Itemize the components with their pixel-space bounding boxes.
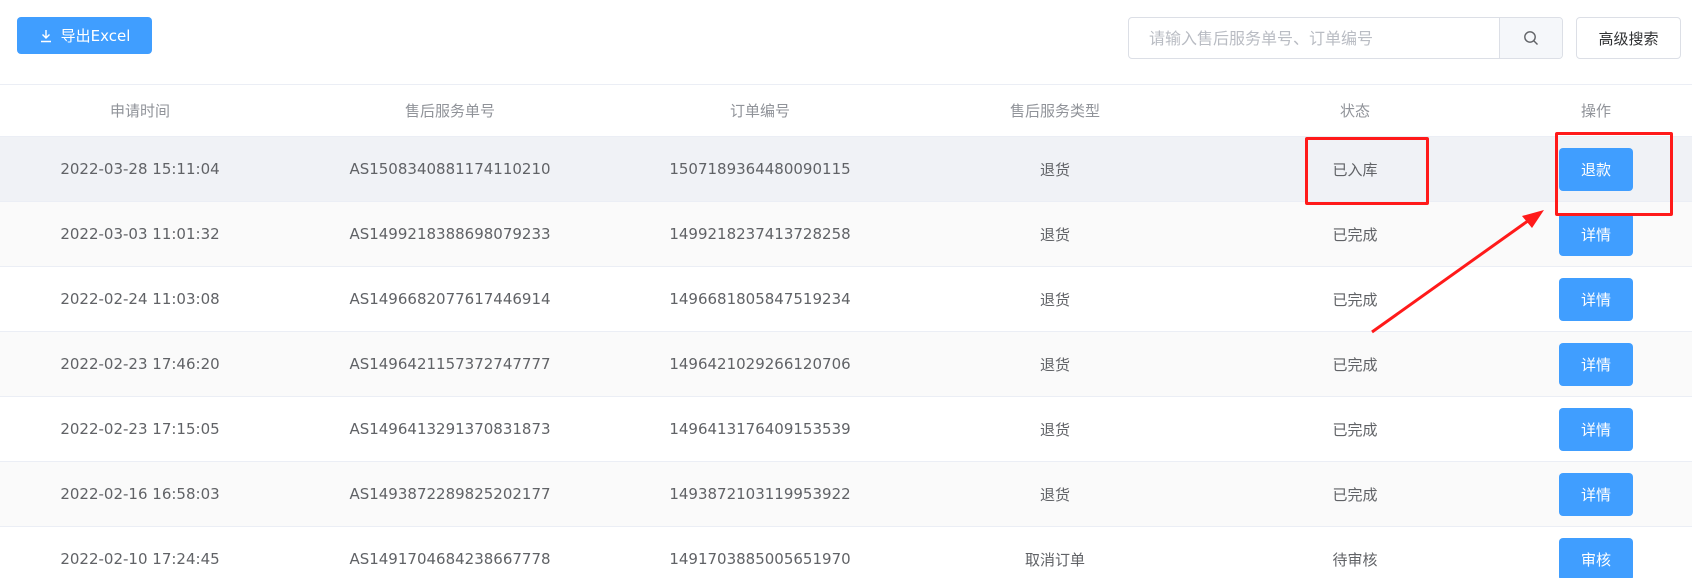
search-icon [1524, 31, 1538, 45]
cell-actions: 详情 [1500, 202, 1692, 266]
table-row: 2022-03-03 11:01:32 AS149921838869807923… [0, 202, 1692, 267]
cell-apply-time: 2022-03-03 11:01:32 [60, 225, 220, 243]
table-row: 2022-02-23 17:15:05 AS149641329137083187… [0, 397, 1692, 462]
cell-actions: 详情 [1500, 397, 1692, 461]
cell-apply-time: 2022-02-23 17:15:05 [60, 420, 220, 438]
cell-actions: 退款 [1500, 137, 1692, 201]
details-button[interactable]: 详情 [1559, 212, 1633, 256]
cell-service-no: AS1496682077617446914 [349, 290, 551, 308]
header-actions: 操作 [1580, 102, 1611, 120]
review-button[interactable]: 审核 [1559, 537, 1633, 578]
export-excel-label: 导出Excel [60, 27, 131, 45]
cell-order-no: 1496681805847519234 [669, 290, 851, 308]
details-button[interactable]: 详情 [1559, 472, 1633, 516]
cell-service-no: AS1496413291370831873 [349, 420, 551, 438]
header-service-type: 售后服务类型 [1009, 102, 1100, 120]
header-order-no: 订单编号 [729, 102, 790, 120]
cell-service-no: AS1499218388698079233 [349, 225, 551, 243]
header-status: 状态 [1339, 102, 1370, 120]
cell-apply-time: 2022-03-28 15:11:04 [60, 160, 220, 178]
export-excel-button[interactable]: 导出Excel [17, 17, 152, 54]
cell-service-type: 退货 [1039, 485, 1070, 504]
cell-service-type: 退货 [1039, 225, 1070, 244]
cell-service-no: AS1508340881174110210 [349, 160, 551, 178]
cell-service-type: 取消订单 [1024, 550, 1085, 569]
cell-status: 待审核 [1332, 550, 1378, 569]
cell-status: 已完成 [1332, 225, 1378, 244]
table-row: 2022-02-24 11:03:08 AS149668207761744691… [0, 267, 1692, 332]
table-row: 2022-02-16 16:58:03 AS149387228982520217… [0, 462, 1692, 527]
cell-order-no: 1496421029266120706 [669, 355, 851, 373]
details-button[interactable]: 详情 [1559, 342, 1633, 386]
cell-status: 已完成 [1332, 420, 1378, 439]
cell-status: 已完成 [1332, 355, 1378, 374]
search-input[interactable] [1129, 18, 1499, 58]
cell-status: 已完成 [1332, 485, 1378, 504]
cell-apply-time: 2022-02-16 16:58:03 [60, 485, 220, 503]
header-service-no: 售后服务单号 [404, 102, 495, 120]
search-button[interactable] [1499, 18, 1562, 58]
toolbar: 导出Excel 高级搜索 [0, 0, 1692, 84]
cell-order-no: 1493872103119953922 [669, 485, 851, 503]
cell-service-no: AS1496421157372747777 [349, 355, 551, 373]
cell-service-type: 退货 [1039, 420, 1070, 439]
cell-service-no: AS1493872289825202177 [349, 485, 551, 503]
cell-apply-time: 2022-02-10 17:24:45 [60, 550, 220, 568]
header-apply-time: 申请时间 [109, 102, 170, 120]
cell-order-no: 1496413176409153539 [669, 420, 851, 438]
table-row: 2022-03-28 15:11:04 AS150834088117411021… [0, 137, 1692, 202]
cell-actions: 审核 [1500, 527, 1692, 578]
search-box [1128, 17, 1563, 59]
table-row: 2022-02-23 17:46:20 AS149642115737274777… [0, 332, 1692, 397]
advanced-search-button[interactable]: 高级搜索 [1576, 17, 1681, 59]
after-sales-table: 申请时间 售后服务单号 订单编号 售后服务类型 状态 操作 2022-03-28… [0, 84, 1692, 578]
cell-apply-time: 2022-02-24 11:03:08 [60, 290, 220, 308]
refund-button[interactable]: 退款 [1559, 147, 1633, 191]
cell-service-type: 退货 [1039, 290, 1070, 309]
cell-apply-time: 2022-02-23 17:46:20 [60, 355, 220, 373]
cell-service-type: 退货 [1039, 355, 1070, 374]
cell-order-no: 1507189364480090115 [669, 160, 851, 178]
cell-actions: 详情 [1500, 462, 1692, 526]
cell-order-no: 1499218237413728258 [669, 225, 851, 243]
cell-actions: 详情 [1500, 267, 1692, 331]
cell-service-no: AS1491704684238667778 [349, 550, 551, 568]
cell-status: 已完成 [1332, 290, 1378, 309]
cell-status: 已入库 [1332, 160, 1378, 179]
details-button[interactable]: 详情 [1559, 277, 1633, 321]
download-icon [40, 29, 51, 42]
cell-actions: 详情 [1500, 332, 1692, 396]
details-button[interactable]: 详情 [1559, 407, 1633, 451]
table-header: 申请时间 售后服务单号 订单编号 售后服务类型 状态 操作 [0, 85, 1692, 137]
cell-service-type: 退货 [1039, 160, 1070, 179]
cell-order-no: 1491703885005651970 [669, 550, 851, 568]
table-row: 2022-02-10 17:24:45 AS149170468423866777… [0, 527, 1692, 578]
